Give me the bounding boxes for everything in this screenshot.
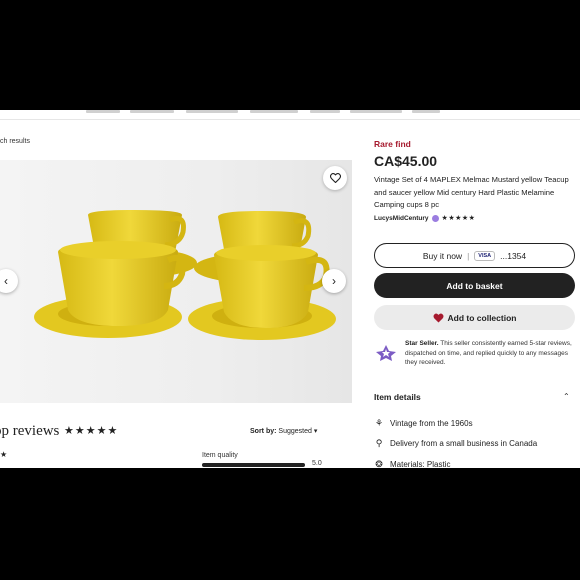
listing-title: Vintage Set of 4 MAPLEX Melmac Mustard y… <box>374 175 569 209</box>
chevron-up-icon[interactable]: ⌃ <box>563 392 570 401</box>
nav-link[interactable] <box>412 110 440 113</box>
star-seller-text: Star Seller. This seller consistently ea… <box>405 339 577 368</box>
product-image <box>0 160 352 403</box>
item-quality-value: 5.0 <box>312 460 322 467</box>
review-star-icon: ★ <box>0 450 8 459</box>
detail-text: Delivery from a small business in Canada <box>390 439 538 448</box>
sort-dropdown[interactable]: Sort by: Suggested ▾ <box>250 427 317 435</box>
nav-link[interactable] <box>86 110 120 113</box>
caret-down-icon: ▾ <box>313 428 318 435</box>
vintage-icon: ⚘ <box>374 418 384 428</box>
buy-it-now-button[interactable]: Buy it now | VISA ...1354 <box>374 243 575 268</box>
add-to-collection-label: Add to collection <box>447 312 517 323</box>
card-digits: ...1354 <box>500 250 527 261</box>
star-seller-title: Star Seller. <box>405 340 439 347</box>
sort-label: Sort by: <box>250 428 277 435</box>
reviews-rating-stars: ★★★★★ <box>64 425 119 437</box>
buy-it-now-label: Buy it now <box>422 250 463 261</box>
reviews-heading: op reviews <box>0 423 60 439</box>
location-pin-icon: ⚲ <box>375 438 383 448</box>
next-image-button[interactable]: › <box>322 269 346 293</box>
breadcrumb[interactable]: ch results <box>0 138 30 145</box>
shop-rating-stars: ★★★★★ <box>441 215 476 222</box>
item-details-heading[interactable]: Item details <box>374 392 421 402</box>
add-to-basket-label: Add to basket <box>446 280 503 291</box>
chevron-right-icon: › <box>332 274 336 288</box>
heart-filled-icon <box>433 313 444 323</box>
star-seller-icon <box>376 345 396 361</box>
teacups-illustration <box>34 210 336 340</box>
shop-name[interactable]: LucysMidCentury <box>374 215 429 222</box>
detail-row-vintage: ⚘ Vintage from the 1960s <box>374 418 473 429</box>
nav-link[interactable] <box>130 110 174 113</box>
nav-link[interactable] <box>186 110 238 113</box>
listing-page: ch results ‹ › op reviews ★★★★★ Sort by:… <box>0 110 580 468</box>
detail-row-delivery: ⚲ Delivery from a small business in Cana… <box>374 438 537 449</box>
detail-row-materials: ❂ Materials: Plastic <box>374 459 450 468</box>
visa-card-icon: VISA <box>474 250 496 261</box>
rare-find-label: Rare find <box>374 139 411 149</box>
materials-icon: ❂ <box>375 459 383 468</box>
add-to-basket-button[interactable]: Add to basket <box>374 273 575 298</box>
price: CA$45.00 <box>374 153 438 169</box>
sort-value: Suggested <box>278 428 312 435</box>
chevron-left-icon: ‹ <box>4 274 8 288</box>
shop-info[interactable]: LucysMidCentury ★★★★★ <box>374 214 475 222</box>
separator: | <box>467 250 470 261</box>
nav-link[interactable] <box>310 110 340 113</box>
item-quality-fill <box>202 463 305 467</box>
nav-link[interactable] <box>250 110 298 113</box>
item-quality-bar <box>202 463 305 467</box>
category-nav <box>0 110 580 120</box>
detail-text: Materials: Plastic <box>390 460 451 468</box>
nav-link[interactable] <box>350 110 402 113</box>
detail-text: Vintage from the 1960s <box>390 419 473 428</box>
add-to-collection-button[interactable]: Add to collection <box>374 305 575 330</box>
star-seller-badge-icon <box>431 214 439 222</box>
favorite-button[interactable] <box>323 166 347 190</box>
heart-outline-icon <box>329 173 341 183</box>
item-quality-label: Item quality <box>202 452 238 459</box>
